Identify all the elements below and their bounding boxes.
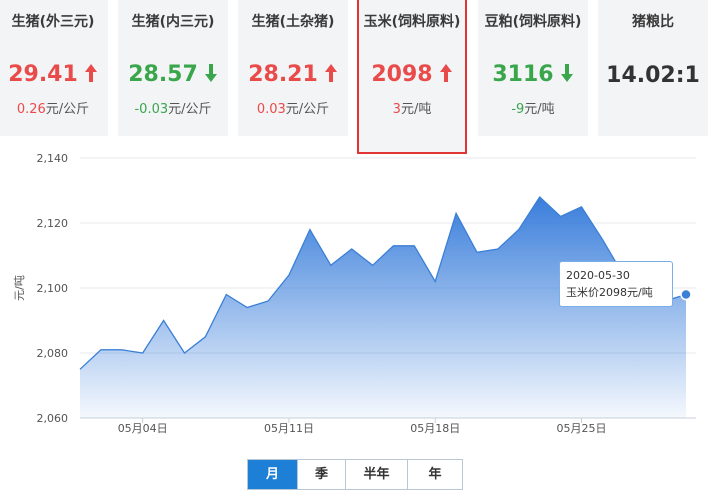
card-change: 0.26元/公斤 [16,102,90,117]
card-title: 生猪(土杂猪) [251,14,335,30]
card-title: 猪粮比 [632,14,674,30]
arrow-up-icon [324,64,337,82]
price-cards: 生猪(外三元) 29.41 0.26元/公斤 生猪(内三元) 28.57 -0.… [0,0,712,154]
tab-half-year[interactable]: 半年 [346,460,408,489]
arrow-up-icon [84,64,97,82]
x-tick-label: 05月04日 [118,422,168,435]
arrow-down-icon [204,64,217,82]
price-card-1[interactable]: 生猪(内三元) 28.57 -0.03元/公斤 [118,0,228,136]
card-change: 3元/吨 [392,102,432,117]
highlighted-point [680,288,692,301]
tab-year[interactable]: 年 [408,460,462,489]
x-tick-label: 05月25日 [557,422,607,435]
card-change: -9元/吨 [511,102,555,117]
tab-month[interactable]: 月 [248,460,298,489]
tooltip-date: 2020-05-30 [566,269,630,282]
y-axis-label: 元/吨 [13,275,26,301]
price-card-4[interactable]: 豆粕(饲料原料) 3116 -9元/吨 [478,0,588,136]
card-title: 生猪(外三元) [11,14,95,30]
y-tick-label: 2,100 [37,282,69,295]
card-change: 0.03元/公斤 [256,102,330,117]
period-tabs: 月 季 半年 年 [247,459,463,490]
card-price: 29.41 [0,62,108,87]
x-tick-label: 05月11日 [264,422,314,435]
y-tick-label: 2,120 [37,217,69,230]
card-title: 生猪(内三元) [131,14,215,30]
arrow-down-icon [560,64,573,82]
price-card-0[interactable]: 生猪(外三元) 29.41 0.26元/公斤 [0,0,108,136]
arrow-up-icon [439,64,452,82]
price-card-2[interactable]: 生猪(土杂猪) 28.21 0.03元/公斤 [238,0,348,136]
y-tick-label: 2,140 [37,152,69,165]
card-price: 28.21 [238,62,348,87]
tab-quarter[interactable]: 季 [298,460,346,489]
card-change: -0.03元/公斤 [134,102,212,117]
price-card-5[interactable]: 猪粮比 14.02:1 [598,0,708,136]
card-title: 豆粕(饲料原料) [484,14,582,30]
card-title: 玉米(饲料原料) [363,14,461,30]
card-price: 14.02:1 [606,63,700,88]
tooltip-value: 玉米价2098元/吨 [566,286,653,299]
price-card-3-selected[interactable]: 玉米(饲料原料) 2098 3元/吨 [357,0,467,154]
series-area [80,197,686,418]
y-tick-label: 2,060 [37,412,69,425]
x-tick-label: 05月18日 [410,422,460,435]
y-tick-label: 2,080 [37,347,69,360]
chart-tooltip: 2020-05-30 玉米价2098元/吨 [559,261,673,307]
card-price: 3116 [478,62,588,87]
card-price: 2098 [359,62,465,87]
card-price: 28.57 [118,62,228,87]
